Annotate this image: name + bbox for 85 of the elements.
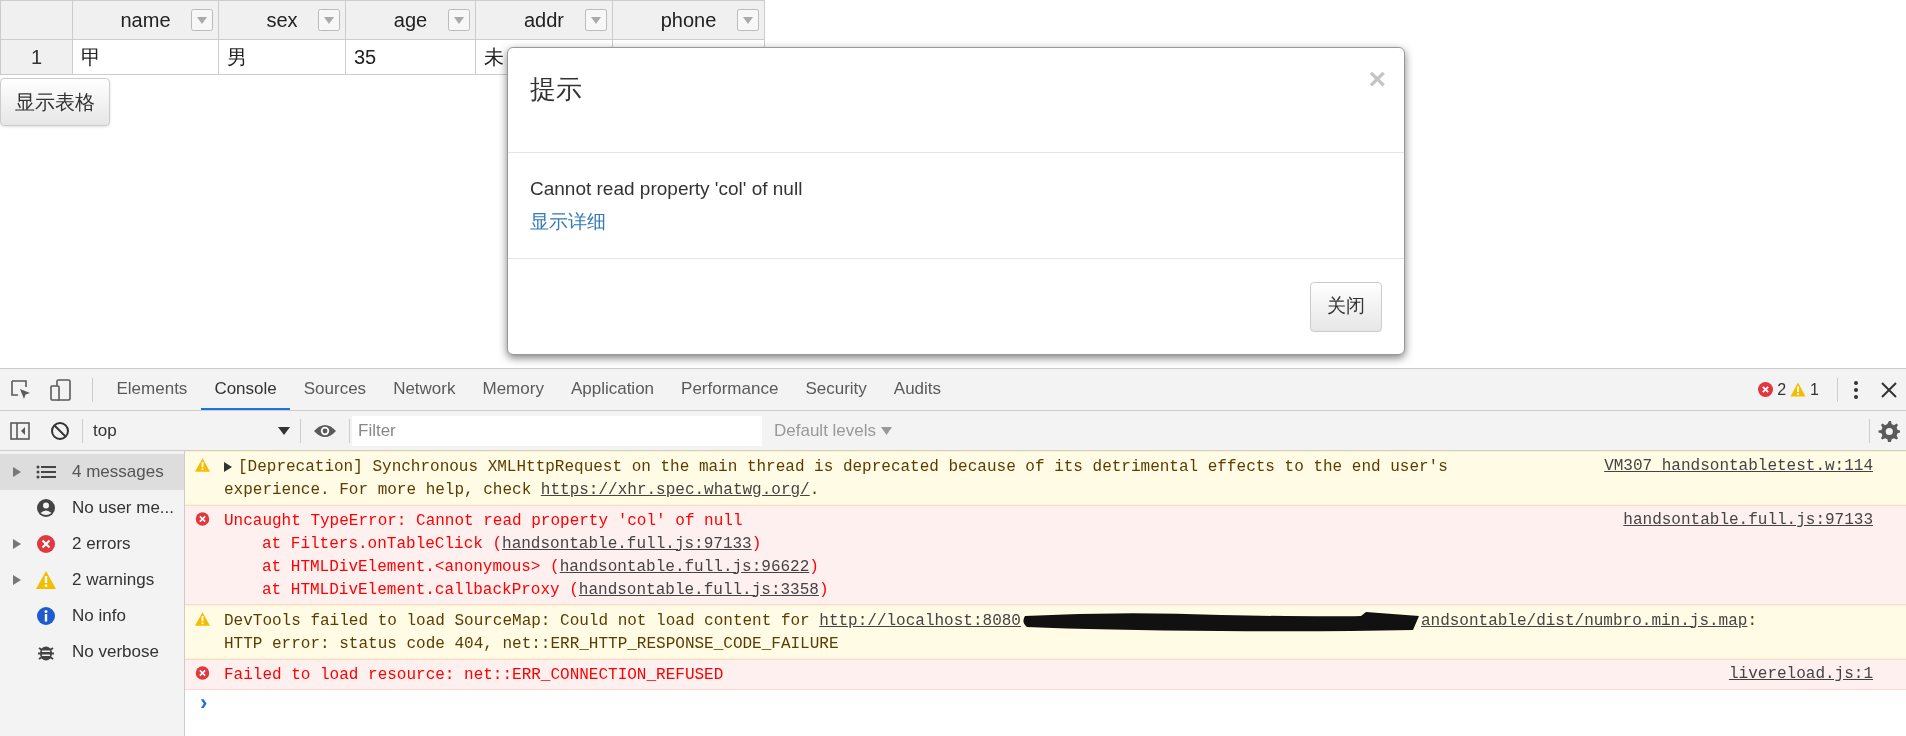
warning-icon (1790, 382, 1807, 397)
url-link[interactable]: http://localhost:8080 (819, 608, 1021, 633)
sidebar-item[interactable]: 2 warnings (0, 562, 184, 598)
message-text: : (1747, 610, 1757, 632)
table-cell: 男 (218, 40, 345, 75)
devtools-tab[interactable]: Sources (290, 369, 380, 410)
devtools-tab[interactable]: Performance (667, 369, 792, 410)
details-link[interactable]: 显示详细 (530, 207, 606, 236)
close-dialog-button[interactable]: 关闭 (1310, 281, 1382, 332)
device-icon[interactable] (50, 378, 72, 401)
message-text: experience. For more help, check (224, 479, 533, 501)
url-link[interactable]: handsontable.full.js:3358 (578, 577, 819, 602)
sidebar-label: 2 warnings (72, 569, 155, 592)
url-link[interactable]: handsontable.full.js:96622 (559, 554, 810, 579)
url-link[interactable]: https://xhr.spec.whatwg.org/ (540, 477, 810, 502)
message-text: [Deprecation] Synchronous XMLHttpRequest on the main thread is deprecated because of its detrimental effects to the end user's (238, 456, 1448, 478)
message-text: ) (809, 556, 819, 578)
filter-field[interactable]: Filter (352, 415, 762, 446)
warning-count: 1 (1810, 379, 1819, 400)
row-header: 1 (0, 40, 72, 75)
source-link[interactable]: handsontable.full.js:97133 (1623, 509, 1873, 532)
url-link[interactable]: andsontable/dist/numbro.min.js.map (1420, 608, 1748, 633)
sidebar-label: No verbose (72, 641, 159, 664)
devtools-tab[interactable]: Application (557, 369, 668, 410)
source-link[interactable]: livereload.js:1 (1728, 663, 1873, 686)
sidebar-item[interactable]: 2 errors (0, 526, 184, 562)
expand-icon[interactable] (224, 461, 233, 472)
warning-icon (36, 571, 56, 589)
block-icon[interactable] (50, 420, 70, 441)
sidebar-label: 4 messages (72, 461, 164, 484)
close-icon[interactable] (1880, 380, 1898, 399)
url-link[interactable]: handsontable.full.js:97133 (502, 531, 752, 556)
devtools-tab[interactable]: Network (379, 369, 469, 410)
message-text: ) (818, 579, 829, 601)
sidebar-item[interactable]: 4 messages (0, 454, 184, 490)
dialog-title: 提示 (530, 73, 582, 106)
inspect-icon[interactable] (10, 378, 32, 401)
message-text: HTTP error: status code 404, net::ERR_HTTP_RESPONSE_CODE_FAILURE (224, 633, 839, 655)
message-text: Uncaught TypeError: Cannot read property 'col' of null (224, 510, 743, 532)
list-icon (36, 463, 56, 481)
sidebar-item[interactable]: No info (0, 598, 184, 634)
devtools-tab[interactable]: Security (791, 369, 881, 410)
info-icon (36, 607, 56, 625)
prompt-caret[interactable]: › (197, 694, 211, 716)
table-cell: 35 (345, 40, 475, 75)
column-header[interactable]: age (345, 0, 475, 40)
context-select[interactable]: top (89, 415, 294, 446)
corner-cell (0, 0, 72, 40)
caret-icon (881, 426, 893, 435)
error-count: 2 (1777, 379, 1787, 400)
error-icon (36, 535, 56, 553)
column-header[interactable]: addr (475, 0, 612, 40)
message-text: . (809, 479, 820, 501)
message-text: at Filters.onTableClick ( (262, 533, 503, 555)
sidebar-label: No user me... (72, 497, 175, 520)
show-table-button[interactable]: 显示表格 (0, 78, 110, 126)
devtools-tab[interactable]: Memory (469, 369, 558, 410)
warning-icon (195, 458, 210, 472)
table-cell: 甲 (72, 40, 218, 75)
sidebar-item[interactable]: No user me... (0, 490, 184, 526)
error-icon (195, 666, 210, 680)
sidebar-label: 2 errors (72, 533, 131, 556)
settings-icon[interactable] (1878, 419, 1900, 442)
column-header[interactable]: name (72, 0, 218, 40)
error-icon (1758, 382, 1774, 397)
column-header[interactable]: phone (612, 0, 765, 40)
sidebar-item[interactable]: No verbose (0, 634, 184, 670)
eye-icon[interactable] (313, 422, 337, 439)
devtools-tab[interactable]: Elements (103, 369, 201, 410)
column-header[interactable]: sex (218, 0, 345, 40)
message-text: ) (751, 533, 762, 555)
dialog-message: Cannot read property 'col' of null (530, 177, 803, 201)
caret-icon (278, 426, 290, 435)
sidebar-toggle-icon[interactable] (10, 421, 30, 440)
message-text: at HTMLDivElement.<anonymous> ( (262, 556, 560, 578)
sidebar-label: No info (72, 605, 126, 628)
user-icon (36, 499, 56, 517)
message-text: DevTools failed to load SourceMap: Could not load content for (224, 610, 811, 632)
message-text: Failed to load resource: net::ERR_CONNECTION_REFUSED (224, 664, 724, 686)
warning-icon (195, 612, 210, 626)
context-value: top (93, 419, 117, 442)
error-icon (195, 512, 210, 526)
source-link[interactable]: VM307 handsontabletest.w:114 (1604, 455, 1873, 478)
devtools-tab[interactable]: Audits (880, 369, 955, 410)
message-text: at HTMLDivElement.callbackProxy ( (262, 579, 579, 601)
